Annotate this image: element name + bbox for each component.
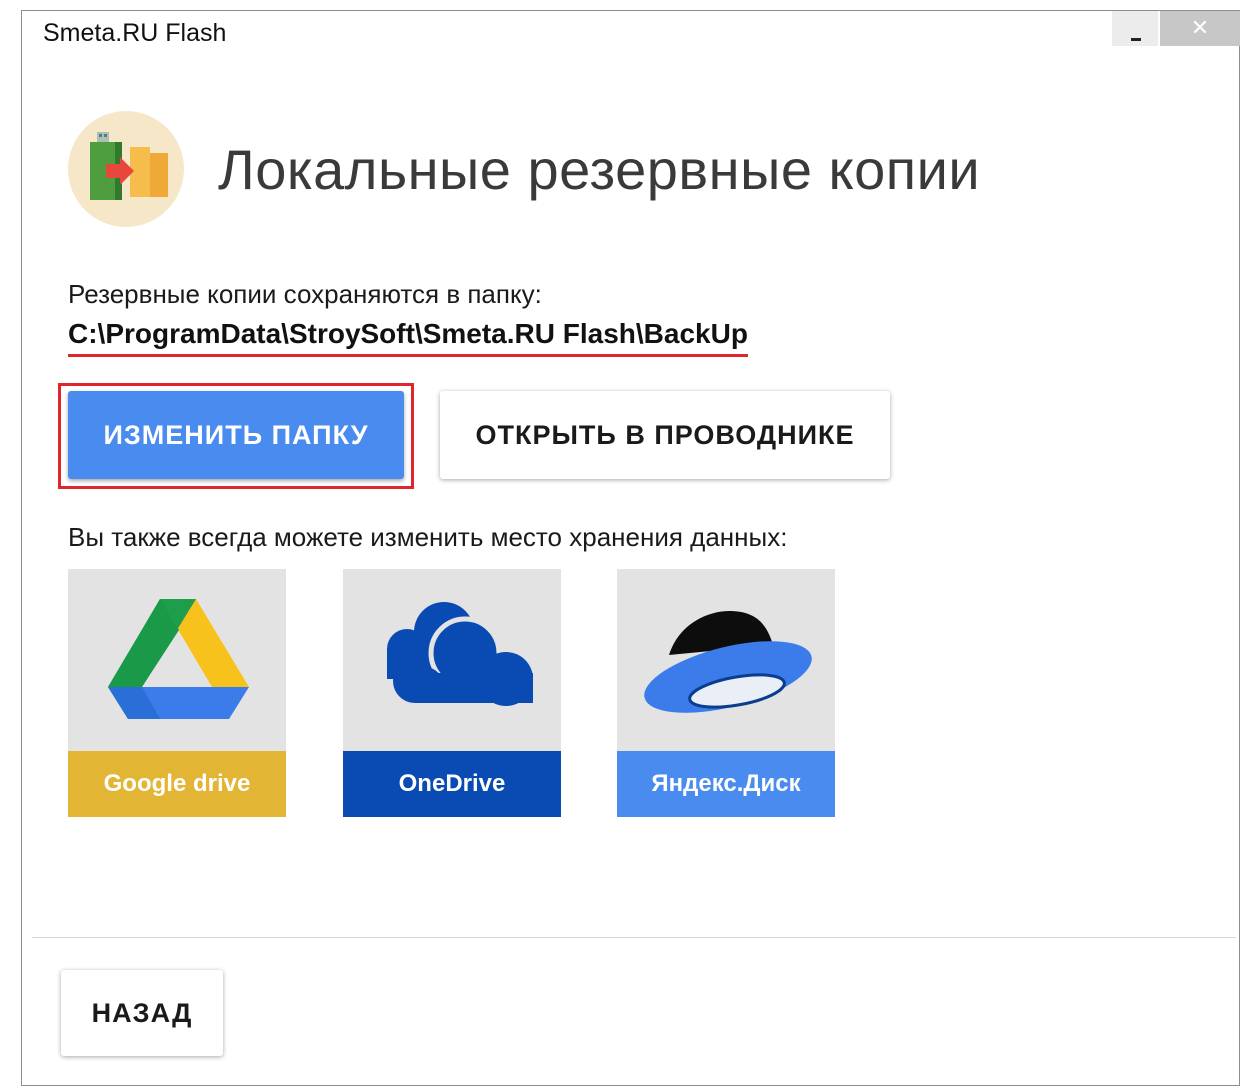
yandex-disk-label: Яндекс.Диск [617, 751, 835, 817]
onedrive-tile[interactable]: OneDrive [343, 569, 561, 817]
change-folder-button[interactable]: ИЗМЕНИТЬ ПАПКУ [68, 391, 404, 479]
back-button[interactable]: НАЗАД [61, 970, 223, 1056]
backup-folder-path: C:\ProgramData\StroySoft\Smeta.RU Flash\… [68, 318, 748, 357]
onedrive-label: OneDrive [343, 751, 561, 817]
usb-to-folder-icon [68, 111, 184, 227]
footer-divider [32, 937, 1236, 938]
close-icon: ✕ [1190, 15, 1210, 40]
open-in-explorer-button[interactable]: ОТКРЫТЬ В ПРОВОДНИКЕ [440, 391, 890, 479]
title-bar[interactable]: Smeta.RU Flash ✕ [22, 11, 1240, 59]
onedrive-icon [387, 602, 533, 706]
minimize-icon [1131, 38, 1141, 41]
minimize-button[interactable] [1112, 11, 1158, 46]
backup-folder-caption: Резервные копии сохраняются в папку: [68, 279, 542, 309]
google-drive-tile[interactable]: Google drive [68, 569, 286, 817]
page-title: Локальные резервные копии [218, 138, 981, 201]
yandex-disk-icon [644, 611, 812, 713]
close-button[interactable]: ✕ [1160, 11, 1240, 46]
google-drive-icon [108, 599, 249, 719]
google-drive-label: Google drive [68, 751, 286, 817]
yandex-disk-tile[interactable]: Яндекс.Диск [617, 569, 835, 817]
app-window: Smeta.RU Flash ✕ Локальные резервные коп… [21, 10, 1240, 1086]
storage-caption: Вы также всегда можете изменить место хр… [68, 522, 788, 552]
window-title: Smeta.RU Flash [43, 19, 227, 47]
